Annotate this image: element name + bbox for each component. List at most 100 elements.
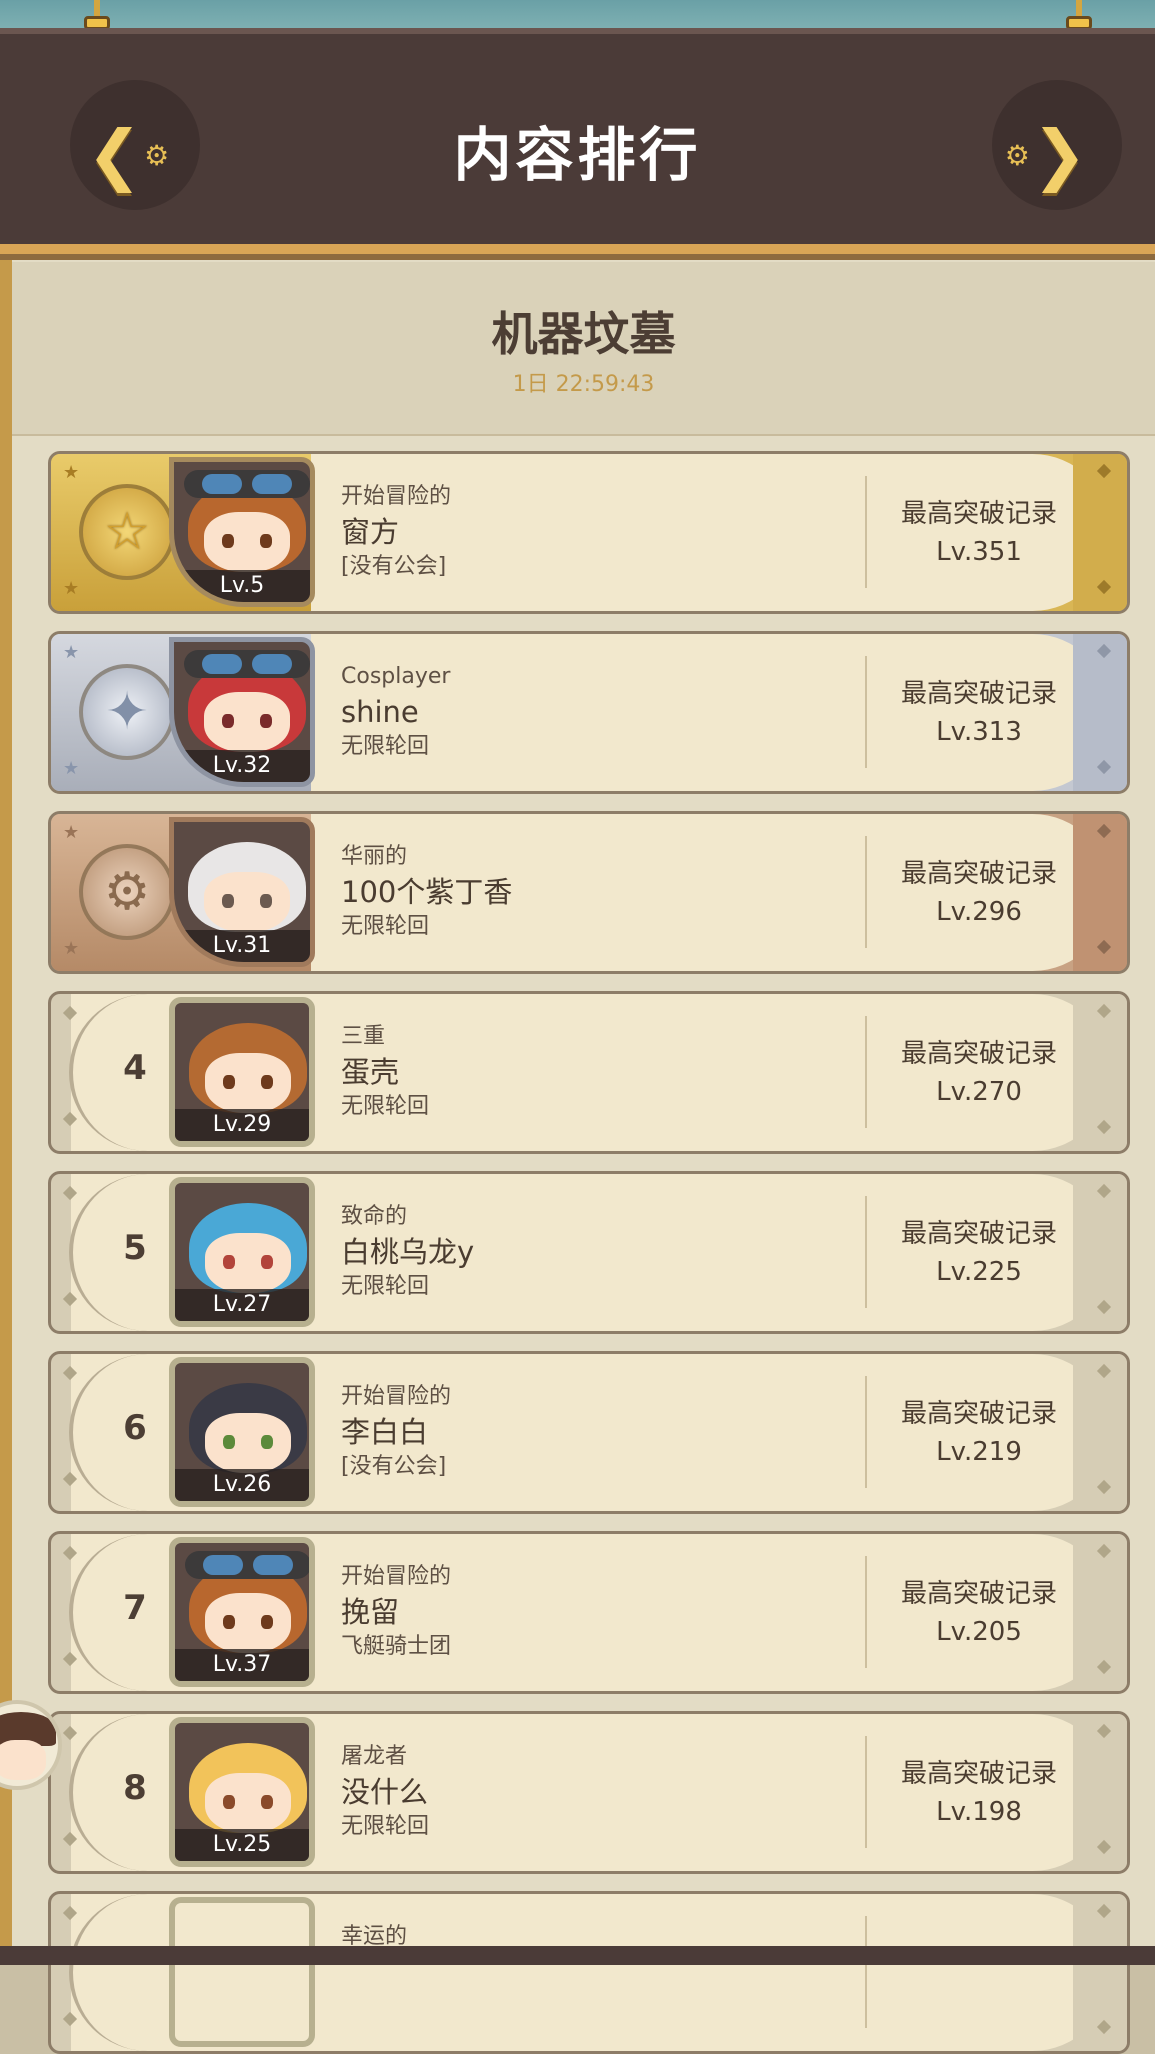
ranking-row[interactable]: 5 Lv.27 致命的 白桃乌龙y 无限轮回 最高突破记录 Lv.225: [48, 1171, 1130, 1334]
player-avatar[interactable]: Lv.37: [169, 1537, 315, 1687]
ranking-row[interactable]: ★ ★ ☆ Lv.5 开始冒险的 窗方 [没有公会] 最高突破记录 Lv.351: [48, 451, 1130, 614]
player-info: 幸运的: [341, 1922, 841, 2022]
player-avatar[interactable]: [169, 1897, 315, 2047]
right-plate: [1073, 814, 1127, 971]
row-body: 4 Lv.29 三重 蛋壳 无限轮回 最高突破记录 Lv.270: [51, 994, 1127, 1151]
eye-shape: [261, 1615, 273, 1629]
record-block: 最高突破记录 Lv.198: [879, 1754, 1079, 1830]
record-label: 最高突破记录: [900, 1039, 1057, 1069]
sparkle-icon: ★: [63, 822, 80, 843]
player-avatar[interactable]: Lv.26: [169, 1357, 315, 1507]
right-plate: [1073, 1714, 1127, 1871]
player-info: 开始冒险的 挽留 飞艇骑士团: [341, 1562, 841, 1662]
player-level: Lv.32: [174, 750, 310, 782]
face-shape: [205, 1233, 291, 1293]
player-avatar[interactable]: Lv.31: [169, 817, 315, 967]
right-plate: [1073, 1534, 1127, 1691]
player-avatar[interactable]: Lv.5: [169, 457, 315, 607]
bottom-bar: [0, 1946, 1155, 1965]
record-block: 最高突破记录 Lv.270: [879, 1034, 1079, 1110]
column-divider: [865, 1916, 867, 2028]
rivet-icon: [1096, 463, 1112, 479]
eye-shape: [223, 1435, 235, 1449]
record-label: 最高突破记录: [900, 499, 1057, 529]
player-info: 屠龙者 没什么 无限轮回: [341, 1742, 841, 1842]
record-label: 最高突破记录: [900, 679, 1057, 709]
player-info: 开始冒险的 窗方 [没有公会]: [341, 482, 841, 582]
player-title: 开始冒险的: [341, 484, 452, 509]
right-plate: [1073, 454, 1127, 611]
row-body: 8 Lv.25 屠龙者 没什么 无限轮回 最高突破记录 Lv.198: [51, 1714, 1127, 1871]
column-divider: [865, 1556, 867, 1668]
ranking-row[interactable]: 8 Lv.25 屠龙者 没什么 无限轮回 最高突破记录 Lv.198: [48, 1711, 1130, 1874]
rank-number: 7: [123, 1588, 147, 1628]
face-shape: [205, 1413, 291, 1473]
record-value: Lv.313: [936, 717, 1022, 747]
record-value: Lv.205: [936, 1617, 1022, 1647]
rivet-icon: [1096, 1839, 1112, 1855]
player-name: shine: [341, 695, 419, 729]
face-shape: [205, 1773, 291, 1833]
top-sky-strip: [0, 0, 1155, 30]
ranking-row[interactable]: 7 Lv.37 开始冒险的 挽留 飞艇骑士团 最高突破记录 Lv.205: [48, 1531, 1130, 1694]
right-plate: [1073, 1174, 1127, 1331]
right-plate: [1073, 1354, 1127, 1511]
right-plate: [1073, 634, 1127, 791]
player-title: 开始冒险的: [341, 1564, 452, 1589]
column-divider: [865, 1376, 867, 1488]
sparkle-icon: ★: [63, 462, 80, 483]
rivet-icon: [1096, 2019, 1112, 2035]
eye-shape: [222, 534, 234, 548]
eye-shape: [261, 1795, 273, 1809]
record-value: Lv.219: [936, 1437, 1022, 1467]
record-value: Lv.225: [936, 1257, 1022, 1287]
player-avatar[interactable]: Lv.27: [169, 1177, 315, 1327]
face-shape: [205, 1053, 291, 1113]
eye-shape: [261, 1255, 273, 1269]
rivet-icon: [1096, 1903, 1112, 1919]
row-body: ★ ★ ⚙ Lv.31 华丽的 100个紫丁香 无限轮回 最高突破记录 Lv.296: [51, 814, 1127, 971]
player-level: Lv.29: [175, 1109, 309, 1141]
ranking-row[interactable]: ★ ★ ⚙ Lv.31 华丽的 100个紫丁香 无限轮回 最高突破记录 Lv.296: [48, 811, 1130, 974]
player-name: 蛋壳: [341, 1055, 400, 1089]
column-divider: [865, 476, 867, 588]
ranking-row[interactable]: ★ ★ ✦ Lv.32 Cosplayer shine 无限轮回 最高突破记录 Lv.313: [48, 631, 1130, 794]
column-divider: [865, 1016, 867, 1128]
row-body: ★ ★ ✦ Lv.32 Cosplayer shine 无限轮回 最高突破记录 Lv.313: [51, 634, 1127, 791]
row-body: ★ ★ ☆ Lv.5 开始冒险的 窗方 [没有公会] 最高突破记录 Lv.351: [51, 454, 1127, 611]
ranking-row[interactable]: 6 Lv.26 开始冒险的 李白白 [没有公会] 最高突破记录 Lv.219: [48, 1351, 1130, 1514]
record-label: 最高突破记录: [900, 1399, 1057, 1429]
record-block: 最高突破记录 Lv.225: [879, 1214, 1079, 1290]
sparkle-icon: ★: [63, 642, 80, 663]
player-title: 三重: [341, 1024, 386, 1049]
eye-shape: [223, 1795, 235, 1809]
player-level: Lv.5: [174, 570, 310, 602]
event-countdown: 1日 22:59:43: [512, 372, 655, 397]
player-name: 窗方: [341, 515, 400, 549]
ranking-row[interactable]: 4 Lv.29 三重 蛋壳 无限轮回 最高突破记录 Lv.270: [48, 991, 1130, 1154]
rank-number: 6: [123, 1408, 147, 1448]
compass-star-medal-icon: ✦: [79, 664, 175, 760]
rivet-icon: [1096, 1363, 1112, 1379]
eye-shape: [222, 894, 234, 908]
player-title: 华丽的: [341, 844, 408, 869]
rivet-icon: [1096, 1659, 1112, 1675]
column-divider: [865, 1196, 867, 1308]
player-guild: 无限轮回: [341, 1814, 430, 1839]
eye-shape: [260, 714, 272, 728]
player-level: Lv.25: [175, 1829, 309, 1861]
record-value: Lv.296: [936, 897, 1022, 927]
rivet-icon: [1096, 939, 1112, 955]
eye-shape: [222, 714, 234, 728]
record-label: 最高突破记录: [900, 859, 1057, 889]
rank-number: 4: [123, 1048, 147, 1088]
player-level: Lv.37: [175, 1649, 309, 1681]
player-avatar[interactable]: Lv.32: [169, 637, 315, 787]
right-plate: [1073, 994, 1127, 1151]
rivet-icon: [1096, 1479, 1112, 1495]
player-avatar[interactable]: Lv.29: [169, 997, 315, 1147]
record-block: 最高突破记录 Lv.351: [879, 494, 1079, 570]
row-body: 幸运的: [51, 1894, 1127, 2051]
player-avatar[interactable]: Lv.25: [169, 1717, 315, 1867]
ranking-row[interactable]: 幸运的: [48, 1891, 1130, 2054]
